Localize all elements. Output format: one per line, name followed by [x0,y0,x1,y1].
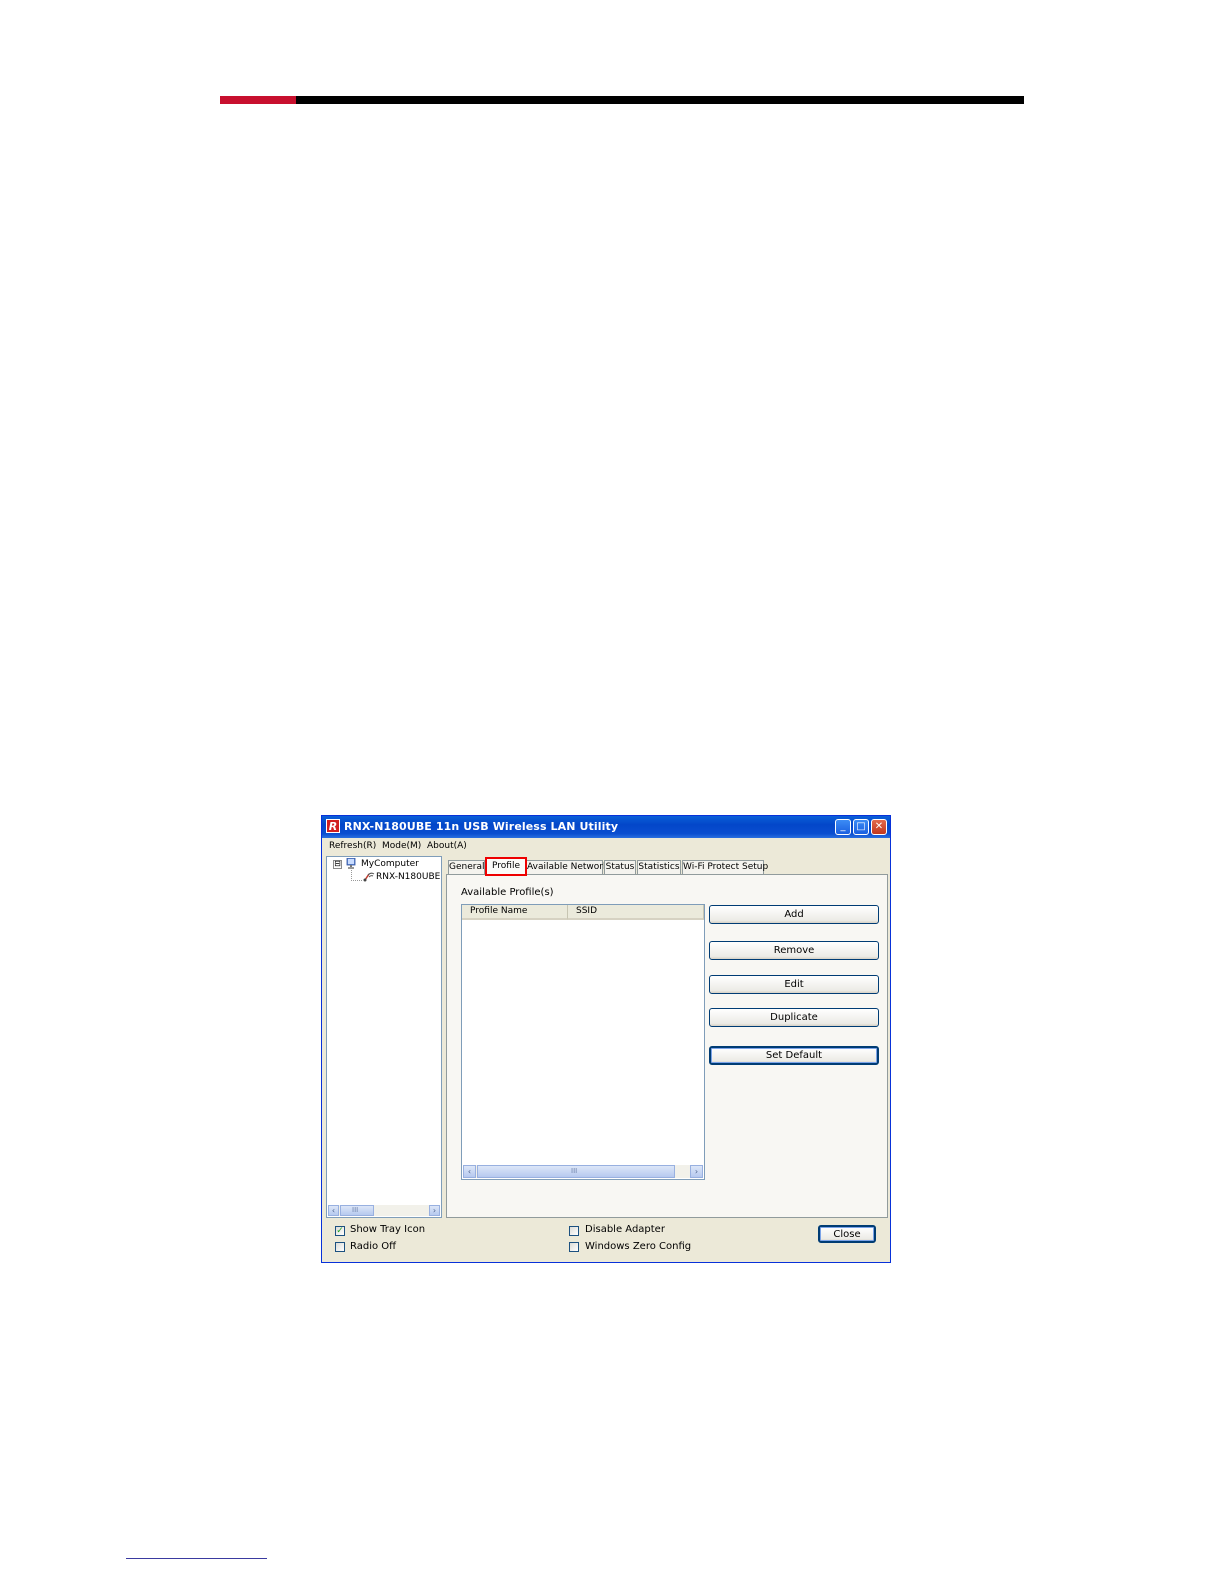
list-horizontal-scrollbar[interactable]: ‹ III › [463,1165,703,1178]
tree-item-adapter[interactable]: RNX-N180UBE Wireless [376,872,442,882]
column-header-profile-name[interactable]: Profile Name [462,905,568,920]
tree-item-mycomputer[interactable]: MyComputer [361,859,419,869]
set-default-button[interactable]: Set Default [709,1046,879,1065]
collapse-icon[interactable]: ⊟ [333,860,342,869]
utility-window: R RNX-N180UBE 11n USB Wireless LAN Utili… [321,815,891,1263]
footer-rule [126,1558,267,1559]
scroll-left-arrow-icon[interactable]: ‹ [328,1205,339,1216]
list-scroll-left-arrow-icon[interactable]: ‹ [463,1165,476,1178]
scroll-grip: III [352,1206,359,1214]
show-tray-icon-label: Show Tray Icon [350,1224,426,1235]
tab-statistics[interactable]: Statistics [637,860,681,875]
tab-strip: General Profile Available Network Status… [446,856,888,876]
tab-general[interactable]: General [448,860,485,875]
list-scroll-grip: III [571,1167,578,1175]
tab-status[interactable]: Status [604,860,636,875]
windows-zero-config-label: Windows Zero Config [585,1241,692,1252]
window-title: RNX-N180UBE 11n USB Wireless LAN Utility [344,820,619,833]
menu-mode[interactable]: Mode(M) [382,841,421,851]
computer-icon [346,858,356,869]
disable-adapter-checkbox[interactable] [569,1226,579,1236]
device-tree[interactable]: ⊟ MyComputer RNX-N180UBE Wireless ‹ III … [326,856,442,1218]
list-scroll-right-arrow-icon[interactable]: › [690,1165,703,1178]
menu-about[interactable]: About(A) [427,841,467,851]
edit-button[interactable]: Edit [709,975,879,994]
title-bar[interactable]: R RNX-N180UBE 11n USB Wireless LAN Utili… [322,816,890,838]
tab-available-network[interactable]: Available Network [526,860,608,875]
maximize-button[interactable]: □ [853,819,869,835]
radio-off-checkbox[interactable] [335,1242,345,1252]
close-window-button[interactable]: ✕ [871,819,887,835]
profile-list[interactable]: Profile Name SSID ‹ III › [461,904,705,1180]
menu-bar: Refresh(R) Mode(M) About(A) [322,838,890,854]
disable-adapter-label: Disable Adapter [585,1224,665,1235]
scroll-right-arrow-icon[interactable]: › [429,1205,440,1216]
close-button[interactable]: Close [818,1225,876,1243]
profile-panel: Available Profile(s) Profile Name SSID ‹… [446,874,888,1218]
duplicate-button[interactable]: Duplicate [709,1008,879,1027]
radio-off-label: Radio Off [350,1241,397,1252]
remove-button[interactable]: Remove [709,941,879,960]
tree-horizontal-scrollbar[interactable]: ‹ III › [328,1205,440,1216]
minimize-button[interactable]: _ [835,819,851,835]
wireless-adapter-icon [363,872,375,882]
windows-zero-config-checkbox[interactable] [569,1242,579,1252]
column-header-ssid[interactable]: SSID [568,905,704,920]
tree-connector [351,870,362,881]
tab-profile[interactable]: Profile [485,857,527,876]
show-tray-icon-checkbox[interactable]: ✓ [335,1226,345,1236]
header-rule-black [296,96,1024,104]
available-profiles-label: Available Profile(s) [461,887,554,898]
app-logo-icon: R [326,819,340,833]
header-rule-red [220,96,296,104]
menu-refresh[interactable]: Refresh(R) [329,841,376,851]
add-button[interactable]: Add [709,905,879,924]
tab-wifi-protect-setup[interactable]: Wi-Fi Protect Setup [682,860,768,875]
